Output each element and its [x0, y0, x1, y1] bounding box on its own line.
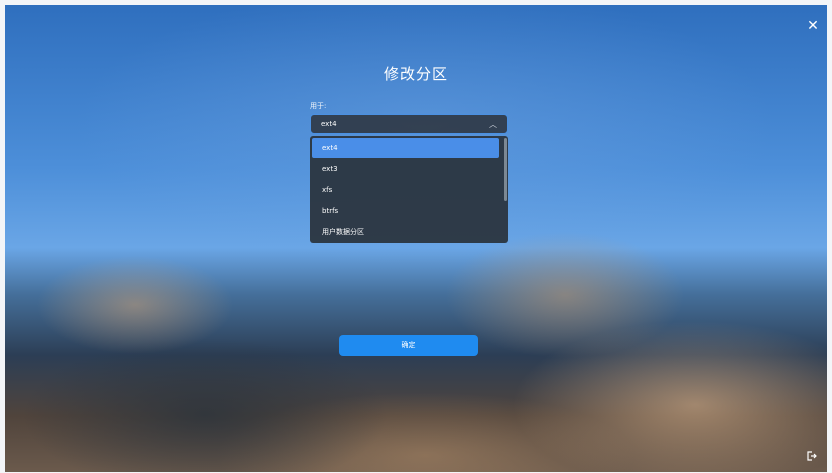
chevron-up-icon: ︿ [489, 120, 497, 129]
logout-button[interactable] [805, 447, 817, 461]
option-ext3[interactable]: ext3 [312, 159, 499, 179]
option-ext4[interactable]: ext4 [312, 138, 499, 158]
close-icon: ✕ [807, 18, 819, 34]
option-xfs[interactable]: xfs [312, 180, 499, 200]
logout-icon [807, 451, 817, 461]
option-user-data-partition[interactable]: 用户数据分区 [312, 222, 499, 242]
dialog-title: 修改分区 [383, 65, 448, 83]
filesystem-select[interactable]: ext4 ︿ [310, 114, 508, 134]
option-btrfs[interactable]: btrfs [312, 201, 499, 221]
filesystem-dropdown-list: ext4 ext3 xfs btrfs 用户数据分区 [310, 136, 508, 243]
confirm-button[interactable]: 确定 [339, 335, 478, 356]
close-button[interactable]: ✕ [805, 18, 821, 34]
dropdown-scrollbar[interactable] [504, 138, 507, 201]
select-value: ext4 [321, 120, 337, 128]
desktop-background: ✕ 修改分区 用于: ext4 ︿ ext4 ext3 xfs btrfs 用户… [5, 5, 827, 472]
usage-field-label: 用于: [310, 102, 327, 110]
